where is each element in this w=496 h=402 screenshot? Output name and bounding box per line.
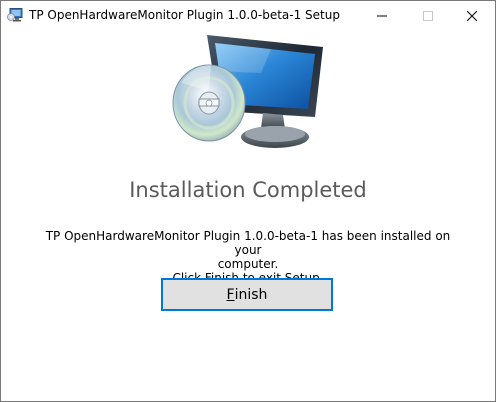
finish-button[interactable]: Finish bbox=[161, 278, 333, 311]
title-bar[interactable]: TP OpenHardwareMonitor Plugin 1.0.0-beta… bbox=[1, 1, 495, 31]
message-line: computer. bbox=[217, 257, 279, 271]
close-button[interactable] bbox=[449, 1, 495, 30]
completion-message: TP OpenHardwareMonitor Plugin 1.0.0-beta… bbox=[41, 229, 455, 285]
minimize-icon bbox=[377, 15, 387, 16]
finish-label: inish bbox=[234, 286, 268, 303]
maximize-button[interactable] bbox=[405, 1, 451, 30]
page-title: Installation Completed bbox=[129, 178, 367, 202]
window-title: TP OpenHardwareMonitor Plugin 1.0.0-beta… bbox=[29, 8, 340, 22]
minimize-button[interactable] bbox=[359, 1, 405, 30]
finish-accelerator: F bbox=[226, 286, 235, 303]
setup-window: TP OpenHardwareMonitor Plugin 1.0.0-beta… bbox=[0, 0, 496, 402]
message-line: TP OpenHardwareMonitor Plugin 1.0.0-beta… bbox=[45, 229, 451, 257]
maximize-icon bbox=[423, 10, 433, 21]
close-icon bbox=[467, 10, 477, 21]
setup-app-icon bbox=[7, 7, 23, 22]
monitor-with-cd-icon bbox=[171, 33, 327, 151]
